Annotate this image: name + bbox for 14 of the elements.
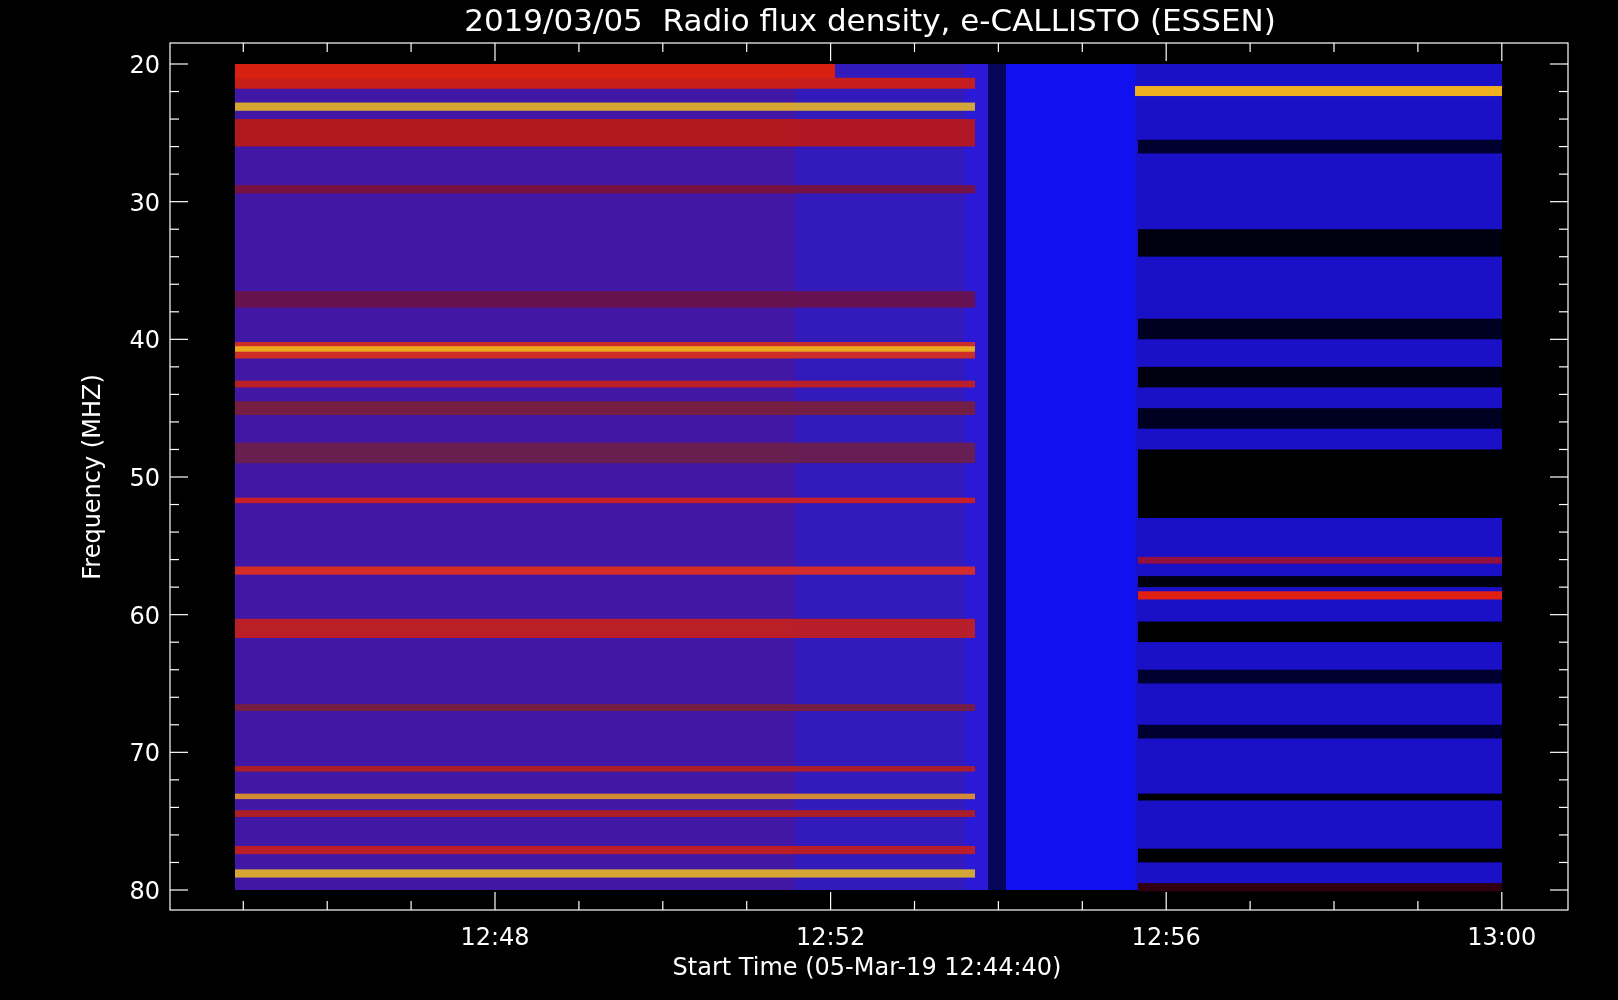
x-tick-label: 12:48: [460, 923, 530, 951]
y-tick-label: 40: [129, 326, 160, 355]
chart-title: 2019/03/05 Radio flux density, e-CALLISTO (ESSEN): [464, 2, 1276, 38]
y-tick-label: 20: [129, 51, 160, 79]
x-tick-label: 13:00: [1467, 923, 1537, 951]
y-tick-label: 50: [129, 464, 160, 492]
y-axis-label: Frequency (MHZ): [78, 374, 106, 580]
x-tick-label: 12:56: [1131, 923, 1201, 951]
y-tick-label: 60: [129, 601, 160, 630]
y-tick-label: 70: [129, 739, 160, 768]
x-tick-label: 12:52: [796, 923, 866, 951]
y-tick-label: 30: [129, 188, 160, 217]
x-axis-label: Start Time (05-Mar-19 12:44:40): [672, 953, 1062, 981]
y-tick-label: 80: [129, 877, 160, 905]
